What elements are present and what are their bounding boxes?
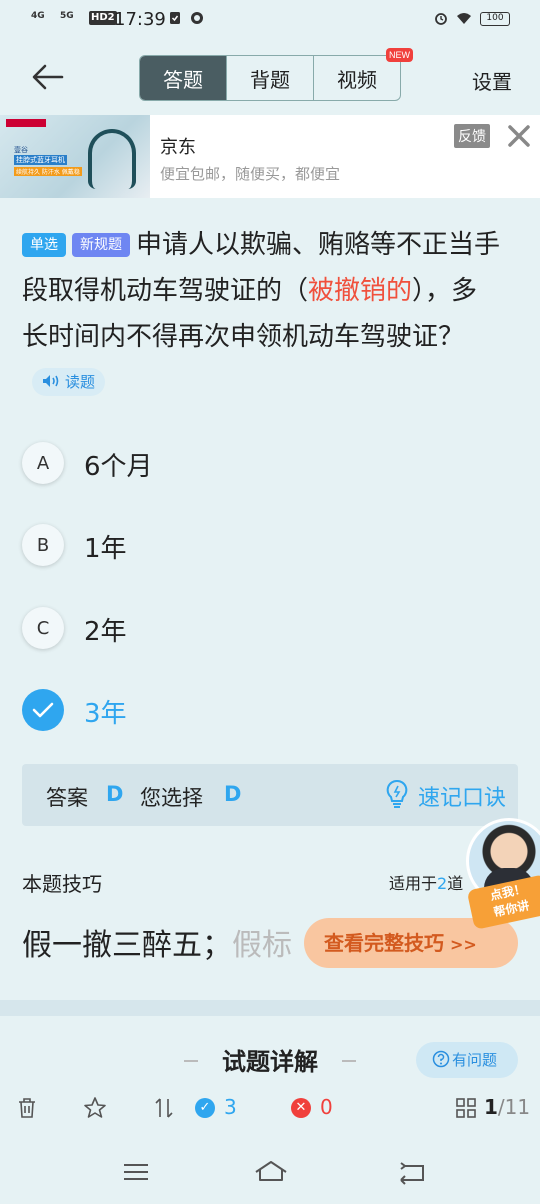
sort-arrows-icon[interactable]: [152, 1096, 176, 1120]
section-divider: [0, 1000, 540, 1016]
tip-text-visible: 假一撤三醉五；: [22, 928, 232, 963]
tab-video[interactable]: 视频: [314, 56, 400, 100]
home-icon[interactable]: [254, 1158, 288, 1186]
star-icon[interactable]: [83, 1096, 107, 1120]
back-arrow-icon[interactable]: [30, 62, 66, 92]
question-text: 单选 新规题 申请人以欺骗、贿赂等不正当手段取得机动车驾驶证的（被撤销的），多长时间…: [22, 222, 502, 406]
earphone-image: [88, 129, 136, 189]
option-b-text: 1年: [84, 534, 127, 564]
ad-image-brand-text: 壹谷: [14, 146, 28, 154]
settings-button[interactable]: 设置: [472, 66, 512, 95]
tip-text: 假一撤三醉五；假标: [22, 920, 292, 964]
question-mark-icon: [432, 1050, 450, 1068]
network-indicator-4g: 4G: [31, 11, 45, 21]
option-a-letter: A: [22, 442, 64, 484]
page-total: /11: [497, 1095, 531, 1119]
tip-applies: 适用于2道: [389, 870, 463, 894]
chosen-label: 您选择: [140, 786, 203, 810]
option-c-text: 2年: [84, 617, 127, 647]
tip-applies-count: 2: [437, 874, 448, 893]
ad-banner[interactable]: 壹谷 挂脖式蓝牙耳机 续航持久 防汗水 佩戴稳 京东 便宜包邮，随便买，都便宜 …: [0, 115, 540, 198]
network-indicator-5g: 5G: [60, 11, 74, 21]
ad-title: 京东: [160, 137, 196, 158]
bottom-toolbar: ✓ 3 ✕ 0 1/11: [0, 1078, 540, 1136]
double-chevron-right-icon: >>: [450, 935, 477, 954]
ask-question-button[interactable]: 有问题: [416, 1042, 518, 1078]
option-d-text: 3年: [84, 699, 127, 729]
tab-answer[interactable]: 答题: [140, 56, 227, 100]
checkmark-icon: [22, 689, 64, 731]
answer-label: 答案: [46, 786, 88, 810]
system-nav-bar: [0, 1140, 540, 1204]
page-indicator[interactable]: 1/11: [484, 1095, 530, 1119]
tip-text-faded: 假标: [232, 928, 292, 963]
back-icon[interactable]: [397, 1158, 427, 1186]
view-full-tip-label: 查看完整技巧: [324, 931, 444, 955]
option-c-letter: C: [22, 607, 64, 649]
hd-voice-icon: HD2: [89, 11, 117, 25]
menu-icon[interactable]: [121, 1158, 151, 1186]
clock: 17:39: [114, 9, 166, 30]
option-d[interactable]: 3年: [22, 689, 502, 735]
chosen-value: D: [224, 782, 242, 806]
option-a-text: 6个月: [84, 452, 153, 482]
ad-image-product-text: 挂脖式蓝牙耳机: [14, 155, 67, 165]
app-notification-icon: [191, 12, 203, 24]
tip-applies-suffix: 道: [447, 874, 464, 893]
answer-bar: 答案 D 您选择 D 速记口诀: [22, 764, 518, 826]
answer-value: D: [106, 782, 124, 806]
close-icon[interactable]: [506, 123, 532, 149]
ad-brand-logo: [6, 119, 46, 127]
battery-indicator: 100: [480, 12, 510, 26]
grid-icon[interactable]: [454, 1096, 478, 1120]
option-a[interactable]: A 6个月: [22, 442, 502, 488]
ad-image[interactable]: 壹谷 挂脖式蓝牙耳机 续航持久 防汗水 佩戴稳: [0, 115, 150, 198]
wifi-icon: [457, 13, 471, 24]
mode-tabs: 答题 背题 视频: [139, 55, 401, 101]
wrong-x-icon: ✕: [291, 1098, 311, 1118]
status-bar: 4G 5G HD2 17:39 100: [0, 0, 540, 40]
trash-icon[interactable]: [15, 1096, 39, 1120]
read-question-label: 读题: [65, 373, 96, 391]
lightbulb-icon[interactable]: [384, 779, 410, 809]
single-choice-tag: 单选: [22, 233, 66, 257]
question-highlight: 被撤销的: [308, 276, 413, 306]
sim-icon: [170, 12, 180, 24]
instructor-avatar-button[interactable]: 点我！ 帮你讲: [464, 818, 540, 930]
ad-subtitle: 便宜包邮，随便买，都便宜: [160, 165, 341, 183]
ad-image-feature-text: 续航持久 防汗水 佩戴稳: [14, 167, 82, 176]
new-badge: NEW: [386, 48, 413, 62]
divider-line-right: [342, 1060, 356, 1062]
ask-question-label: 有问题: [452, 1051, 498, 1069]
new-rule-tag: 新规题: [72, 233, 130, 257]
correct-check-icon: ✓: [195, 1098, 215, 1118]
correct-count: 3: [224, 1095, 237, 1119]
wrong-count: 0: [320, 1095, 333, 1119]
option-c[interactable]: C 2年: [22, 607, 502, 653]
alarm-icon: [435, 13, 447, 25]
option-b[interactable]: B 1年: [22, 524, 502, 570]
tip-title: 本题技巧: [22, 872, 102, 896]
read-question-button[interactable]: 读题: [32, 368, 106, 396]
speaker-icon: [43, 375, 59, 387]
tip-applies-prefix: 适用于: [389, 874, 438, 893]
tab-recite[interactable]: 背题: [227, 56, 314, 100]
ad-feedback-button[interactable]: 反馈: [454, 124, 490, 148]
page-current: 1: [484, 1095, 498, 1119]
memo-button[interactable]: 速记口诀: [418, 780, 506, 812]
top-nav: 答题 背题 视频 设置: [0, 50, 540, 106]
option-b-letter: B: [22, 524, 64, 566]
